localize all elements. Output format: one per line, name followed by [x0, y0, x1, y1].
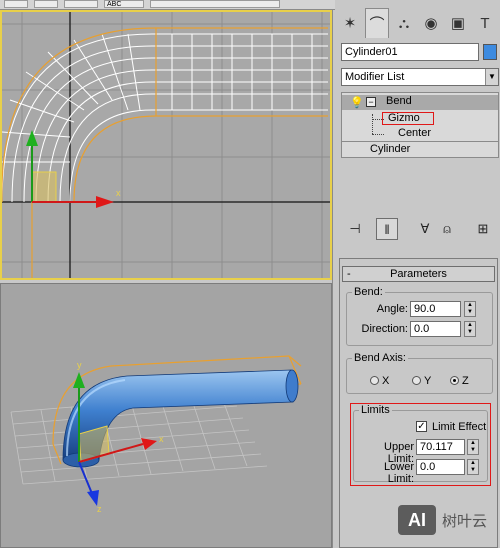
modify-icon[interactable]: ⌒: [365, 8, 389, 38]
angle-label: Angle:: [376, 303, 408, 315]
limits-group-label: Limits: [359, 404, 392, 416]
lightbulb-icon[interactable]: 💡: [350, 96, 364, 109]
top-viewport-canvas: x: [2, 12, 330, 278]
object-color-swatch[interactable]: [483, 44, 497, 60]
toolbar-button[interactable]: [34, 0, 58, 8]
stack-toolbar: ⊣ ‖ ∀ ⍝ ⊞: [336, 218, 500, 242]
parameters-title: Parameters: [390, 268, 447, 280]
show-end-result-icon[interactable]: ‖: [376, 218, 398, 240]
utilities-icon[interactable]: T: [473, 8, 497, 38]
axis-y-radio[interactable]: Y: [412, 375, 431, 387]
stack-item-bend[interactable]: 💡 − Bend: [342, 95, 498, 110]
stack-item-gizmo[interactable]: Gizmo: [388, 112, 420, 124]
bend-group-label: Bend:: [352, 286, 385, 298]
limit-effect-label: Limit Effect: [432, 421, 487, 433]
motion-icon[interactable]: ◉: [419, 8, 443, 38]
remove-modifier-icon[interactable]: ⍝: [436, 218, 458, 240]
display-icon[interactable]: ▣: [446, 8, 470, 38]
watermark: AI 树叶云: [398, 502, 498, 538]
stack-bend-label: Bend: [386, 95, 412, 107]
axis-x-label: X: [382, 375, 390, 387]
modifier-stack: 💡 − Bend Gizmo Center Cylinder: [341, 92, 499, 158]
stack-item-center[interactable]: Center: [398, 127, 431, 139]
main-toolbar-strip: ABC: [0, 0, 335, 10]
stack-item-cylinder[interactable]: Cylinder: [370, 143, 410, 155]
angle-spinner[interactable]: ▲ ▼: [464, 301, 476, 317]
radio-dot: [370, 376, 379, 385]
app-window: ABC x y x z ✶ ⌒ ⛬ ◉ ▣ T Cylinder01 Modif…: [0, 0, 500, 548]
modifier-list-dropdown[interactable]: Modifier List ▼: [341, 68, 499, 86]
hierarchy-icon[interactable]: ⛬: [392, 8, 416, 38]
perspective-viewport-canvas: y x z: [10, 355, 302, 514]
text-tool-button[interactable]: ABC: [104, 0, 144, 8]
configure-sets-icon[interactable]: ⊞: [472, 218, 494, 240]
watermark-text: 树叶云: [442, 512, 488, 530]
direction-label: Direction:: [361, 323, 408, 335]
limit-effect-checkbox[interactable]: ✓: [416, 421, 427, 432]
stack-divider: [342, 141, 498, 142]
axis-y-label: Y: [424, 375, 432, 387]
command-panel: ✶ ⌒ ⛬ ◉ ▣ T Cylinder01 Modifier List ▼ 💡…: [336, 0, 500, 548]
modifier-list-label: Modifier List: [345, 71, 405, 83]
toolbar-button[interactable]: [64, 0, 98, 8]
angle-field[interactable]: 90.0: [410, 301, 461, 317]
named-selection-field[interactable]: [150, 0, 280, 8]
make-unique-icon[interactable]: ∀: [414, 218, 436, 240]
tree-connector: [372, 134, 384, 135]
toolbar-button[interactable]: [4, 0, 28, 8]
axis-x-radio[interactable]: X: [370, 375, 389, 387]
radio-dot: [412, 376, 421, 385]
bend-axis-group-label: Bend Axis:: [352, 352, 408, 364]
upper-limit-field[interactable]: 70.117: [416, 439, 465, 455]
persp-axis-y-label: y: [77, 360, 82, 370]
top-axis-x-label: x: [116, 188, 121, 198]
lower-limit-field[interactable]: 0.0: [416, 459, 465, 475]
viewport-top[interactable]: x: [0, 10, 332, 280]
axis-z-radio[interactable]: Z: [450, 375, 469, 387]
axis-z-label: Z: [462, 375, 469, 387]
persp-axis-x-label: x: [159, 434, 164, 444]
collapse-icon[interactable]: −: [366, 97, 376, 107]
tree-connector: [372, 114, 373, 134]
lower-limit-spinner[interactable]: ▲ ▼: [467, 459, 479, 475]
upper-limit-spinner[interactable]: ▲ ▼: [467, 439, 479, 455]
lower-limit-label: Lower Limit:: [384, 461, 414, 485]
parameters-header[interactable]: - Parameters: [342, 266, 495, 282]
direction-field[interactable]: 0.0: [410, 321, 461, 337]
pin-stack-icon[interactable]: ⊣: [344, 218, 366, 240]
radio-dot-selected: [450, 376, 459, 385]
object-name-field[interactable]: Cylinder01: [341, 43, 479, 61]
viewport-perspective[interactable]: y x z: [0, 283, 332, 548]
chevron-down-icon[interactable]: ▼: [485, 69, 498, 85]
watermark-logo: AI: [398, 505, 436, 535]
command-panel-tabs: ✶ ⌒ ⛬ ◉ ▣ T: [336, 8, 500, 42]
persp-axis-z-label: z: [97, 504, 102, 514]
direction-spinner[interactable]: ▲ ▼: [464, 321, 476, 337]
rollout-collapse-icon[interactable]: -: [347, 267, 351, 281]
create-icon[interactable]: ✶: [338, 8, 362, 38]
